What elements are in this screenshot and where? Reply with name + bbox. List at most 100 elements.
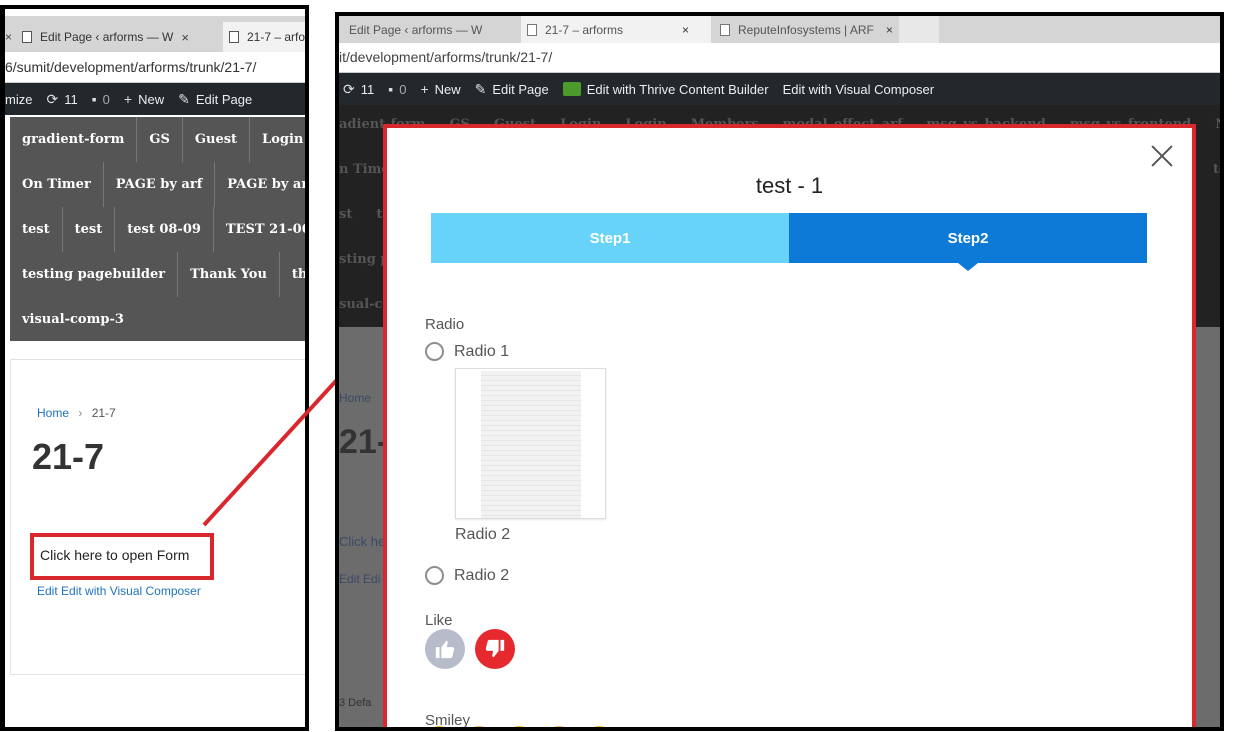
thumbs-down-icon: [485, 639, 505, 658]
new-tab-button[interactable]: [899, 16, 939, 43]
smiley-icon[interactable]: [545, 726, 573, 727]
radio-button[interactable]: [425, 566, 444, 585]
footer-text: 3 Defa: [339, 697, 372, 709]
radio-option-2[interactable]: Radio 2: [425, 566, 509, 585]
new-link[interactable]: + New: [124, 91, 164, 107]
updates-count: 11: [360, 81, 375, 97]
edit-with-visual-composer-link[interactable]: Edit Edit with Visual Composer: [37, 584, 201, 598]
updates-link[interactable]: ⟳ 11: [46, 91, 77, 108]
step-2-tab[interactable]: Step2: [789, 213, 1147, 271]
menu-row: gradient-form GS Guest Login L: [10, 117, 305, 162]
thrive-builder-link[interactable]: Edit with Thrive Content Builder: [562, 82, 769, 97]
tab-label: Edit Page ‹ arforms — W: [349, 22, 483, 37]
smiley-icon[interactable]: [505, 726, 533, 727]
menu-row: visual-comp-3: [10, 297, 136, 342]
right-tab-strip: Edit Page ‹ arforms — W 21-7 – arforms ×…: [339, 16, 1220, 43]
tab-edit-page[interactable]: Edit Page ‹ arforms — W: [349, 16, 519, 43]
address-bar[interactable]: 6/sumit/development/arforms/trunk/21-7/: [5, 52, 305, 83]
plus-icon: +: [420, 81, 429, 97]
radio-option-label: Radio 2: [454, 566, 510, 584]
open-form-link[interactable]: Click here to open Form: [30, 533, 214, 580]
menu-item: st: [339, 207, 353, 222]
menu-item[interactable]: visual-comp-3: [10, 297, 136, 342]
visual-composer-label: Edit with Visual Composer: [782, 81, 935, 97]
edit-link: Edit Edi: [339, 572, 381, 586]
close-icon[interactable]: [1150, 144, 1174, 168]
radio-button[interactable]: [425, 342, 444, 361]
tab-reputeinfosystems[interactable]: ReputeInfosystems | ARF ×: [714, 16, 894, 43]
breadcrumb-current: 21-7: [91, 406, 116, 420]
visual-composer-link[interactable]: Edit with Visual Composer: [783, 82, 935, 97]
pencil-icon: ✎: [178, 90, 190, 107]
comments-link[interactable]: ▪ 0: [92, 91, 110, 107]
radio-option-1[interactable]: Radio 1: [425, 342, 509, 361]
thumbs-up-button[interactable]: [425, 629, 465, 669]
tab-close-icon[interactable]: ×: [682, 23, 689, 37]
page-title: 21-: [339, 423, 389, 461]
menu-item[interactable]: Thank You: [178, 252, 280, 297]
document-icon: [229, 31, 239, 43]
document-thumbnail: [481, 371, 581, 518]
modal-title: test - 1: [755, 173, 824, 198]
tab-close-icon[interactable]: ×: [886, 23, 893, 37]
edit-page-link[interactable]: ✎ Edit Page: [475, 81, 549, 98]
site-navigation-menu: gradient-form GS Guest Login L On Timer …: [10, 117, 305, 342]
menu-item[interactable]: Guest: [183, 117, 251, 162]
edit-page-label: Edit Page: [492, 81, 549, 97]
menu-item[interactable]: gradient-form: [10, 117, 138, 162]
thrive-icon: [562, 82, 581, 96]
right-browser-window: Edit Page ‹ arforms — W 21-7 – arforms ×…: [335, 12, 1224, 731]
smiley-field-label: Smiley: [425, 712, 471, 729]
updates-link[interactable]: ⟳ 11: [343, 81, 374, 98]
tab-close-icon[interactable]: ×: [5, 30, 12, 44]
tab-edit-page[interactable]: × Edit Page ‹ arforms — W ×: [5, 22, 220, 52]
tab-label: 21-7 – arfo: [247, 30, 306, 44]
plus-icon: +: [123, 91, 133, 107]
step-tabs: Step1 Step2: [431, 213, 1147, 271]
breadcrumb-separator: ›: [78, 406, 83, 420]
new-link[interactable]: + New: [420, 81, 460, 97]
tab-label: Edit Page ‹ arforms — W: [40, 30, 174, 44]
menu-item[interactable]: GS: [137, 117, 183, 162]
tab-21-7[interactable]: 21-7 – arfo: [223, 22, 306, 52]
menu-row: On Timer PAGE by arf PAGE by arf: [10, 162, 305, 207]
menu-item[interactable]: test 08-09: [115, 207, 214, 252]
customize-label: mize: [5, 91, 33, 107]
menu-item[interactable]: test: [10, 207, 63, 252]
wp-admin-bar: mize ⟳ 11 ▪ 0 + New ✎ Edit Page: [5, 83, 305, 115]
tab-label: ReputeInfosystems | ARF: [738, 22, 874, 37]
menu-item[interactable]: TEST 21-06: [214, 207, 305, 252]
updates-count: 11: [64, 91, 78, 107]
menu-item[interactable]: this: [280, 252, 305, 297]
step-1-tab[interactable]: Step1: [431, 213, 789, 263]
radio-option-label: Radio 1: [454, 342, 510, 360]
comment-icon: ▪: [388, 81, 394, 97]
open-form-link: Click he: [339, 534, 386, 549]
radio-option-image[interactable]: [455, 368, 606, 519]
tab-close-icon[interactable]: ×: [181, 30, 189, 45]
address-bar[interactable]: it/development/arforms/trunk/21-7/: [339, 43, 1220, 73]
menu-item[interactable]: On Timer: [10, 162, 104, 207]
menu-item[interactable]: PAGE by arf: [104, 162, 216, 207]
refresh-icon: ⟳: [343, 80, 355, 97]
document-icon: [720, 23, 730, 36]
menu-item: NORMAL: [1203, 117, 1220, 132]
customize-link[interactable]: mize: [5, 92, 32, 107]
refresh-icon: ⟳: [46, 90, 59, 107]
menu-item[interactable]: test: [63, 207, 116, 252]
thumbs-down-button[interactable]: [475, 629, 515, 669]
edit-page-link[interactable]: ✎ Edit Page: [178, 91, 252, 108]
comment-icon: ▪: [91, 91, 97, 107]
breadcrumb: Home › 21-7: [37, 406, 116, 420]
comments-link[interactable]: ▪ 0: [388, 81, 406, 97]
tab-21-7[interactable]: 21-7 – arforms ×: [521, 16, 711, 43]
menu-item[interactable]: Login: [250, 117, 305, 162]
breadcrumb-home-link[interactable]: Home: [37, 406, 69, 420]
menu-item[interactable]: testing pagebuilder: [10, 252, 179, 297]
new-label: New: [434, 81, 461, 97]
radio-image-caption: Radio 2: [455, 526, 511, 543]
tab-label: 21-7 – arforms: [545, 22, 624, 37]
left-tab-strip: × Edit Page ‹ arforms — W × 21-7 – arfo: [5, 16, 305, 52]
smiley-icon[interactable]: [585, 726, 613, 727]
menu-item[interactable]: PAGE by arf: [215, 162, 305, 207]
